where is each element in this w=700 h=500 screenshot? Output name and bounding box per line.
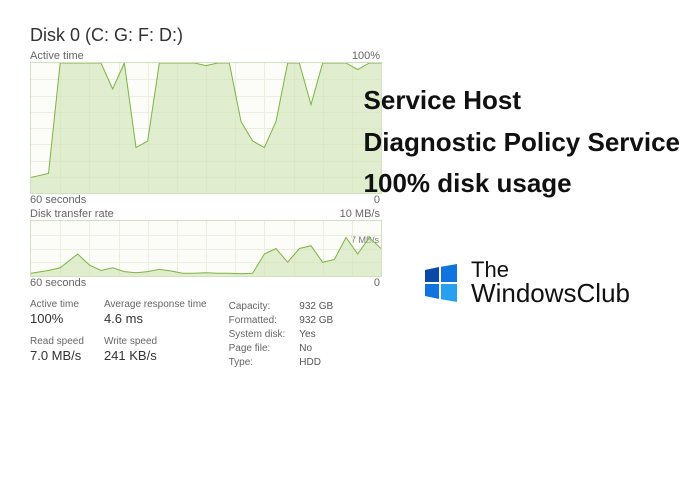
table-row: Page file:No: [229, 343, 346, 355]
stat-active-time: Active time 100%: [30, 299, 84, 326]
active-time-max-label: 100%: [352, 50, 380, 62]
transfer-zero: 0: [374, 277, 380, 289]
table-row: System disk:Yes: [229, 329, 346, 341]
stat-value: 241 KB/s: [104, 348, 207, 363]
stat-label: Average response time: [104, 299, 207, 310]
stat-label: Read speed: [30, 336, 84, 347]
active-time-label: Active time: [30, 50, 84, 62]
stat-value: 7.0 MB/s: [30, 348, 84, 363]
transfer-chart: 7 MB/s: [30, 220, 382, 277]
stats-row: Active time 100% Read speed 7.0 MB/s Ave…: [30, 299, 700, 371]
stat-value: 4.6 ms: [104, 311, 207, 326]
brand-logo: The WindowsClub: [419, 260, 630, 306]
stat-label: Write speed: [104, 336, 207, 347]
overlay-text: Service Host Diagnostic Policy Service 1…: [364, 80, 680, 205]
active-time-x-label: 60 seconds: [30, 194, 86, 206]
transfer-label: Disk transfer rate: [30, 208, 114, 220]
disk-info-table: Capacity:932 GB Formatted:932 GB System …: [227, 299, 348, 371]
overlay-line-1: Service Host: [364, 80, 680, 122]
transfer-x-label: 60 seconds: [30, 277, 86, 289]
table-row: Capacity:932 GB: [229, 301, 346, 313]
overlay-line-2: Diagnostic Policy Service: [364, 122, 680, 164]
overlay-line-3: 100% disk usage: [364, 163, 680, 205]
logo-text: The WindowsClub: [471, 260, 630, 306]
stat-write-speed: Write speed 241 KB/s: [104, 336, 207, 363]
transfer-max-label: 10 MB/s: [340, 208, 380, 220]
stat-value: 100%: [30, 311, 84, 326]
stat-label: Active time: [30, 299, 84, 310]
logo-icon: [419, 262, 461, 304]
stat-read-speed: Read speed 7.0 MB/s: [30, 336, 84, 363]
logo-name: WindowsClub: [471, 281, 630, 306]
stat-avg-response: Average response time 4.6 ms: [104, 299, 207, 326]
active-time-chart: [30, 62, 382, 194]
table-row: Formatted:932 GB: [229, 315, 346, 327]
page-title: Disk 0 (C: G: F: D:): [30, 25, 700, 46]
table-row: Type:HDD: [229, 357, 346, 369]
